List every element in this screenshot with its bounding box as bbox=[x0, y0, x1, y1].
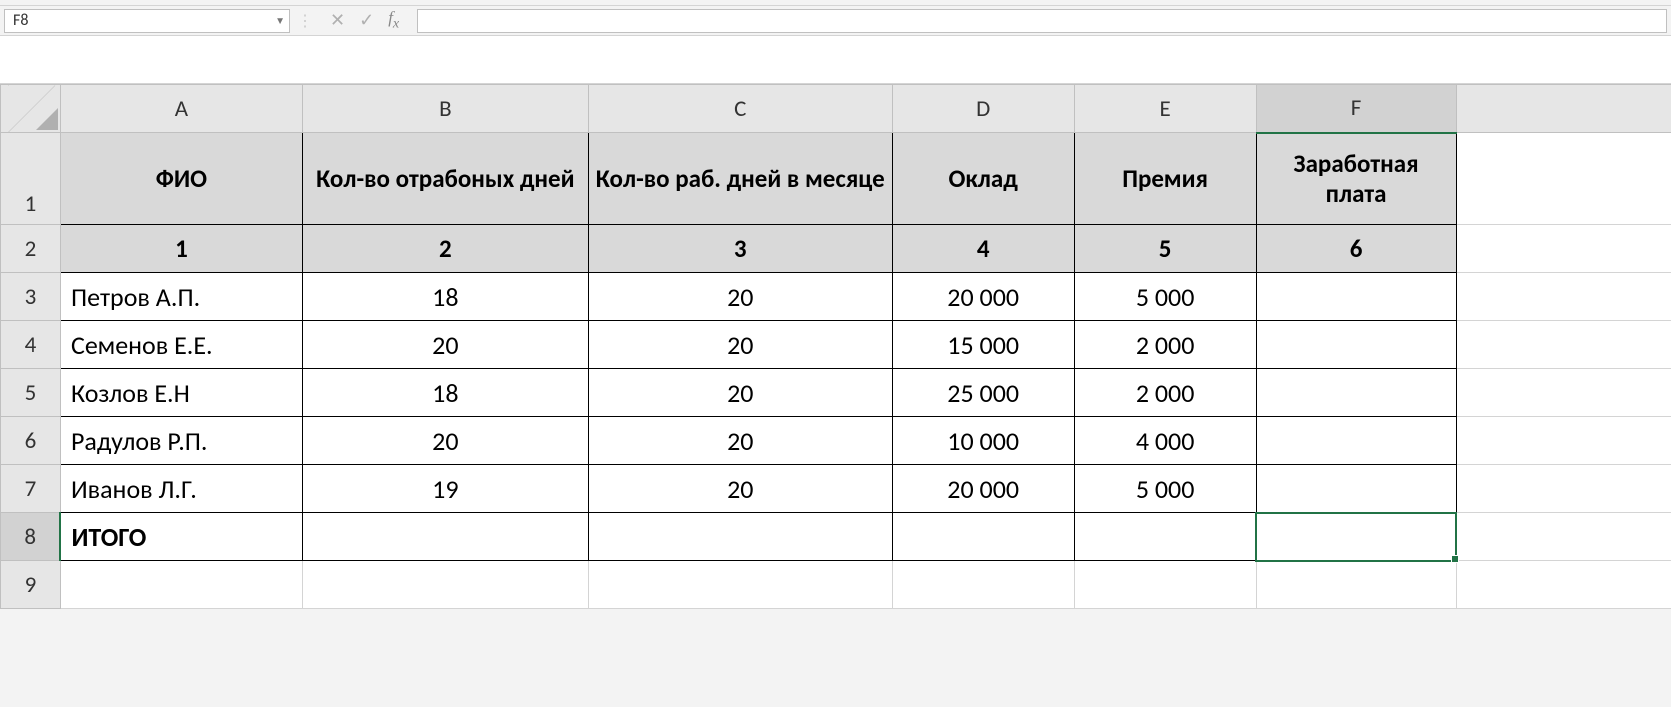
cell-D4[interactable]: 15 000 bbox=[892, 321, 1074, 369]
cell-E9[interactable] bbox=[1074, 561, 1256, 609]
col-header-F[interactable]: F bbox=[1256, 85, 1456, 133]
colnum-5[interactable]: 5 bbox=[1074, 225, 1256, 273]
col-header-C[interactable]: C bbox=[588, 85, 892, 133]
colnum-2[interactable]: 2 bbox=[302, 225, 588, 273]
row-header-1[interactable]: 1 bbox=[1, 133, 61, 225]
cell-D9[interactable] bbox=[892, 561, 1074, 609]
cell-D5[interactable]: 25 000 bbox=[892, 369, 1074, 417]
cell-B4[interactable]: 20 bbox=[302, 321, 588, 369]
cell-E7[interactable]: 5 000 bbox=[1074, 465, 1256, 513]
cell-C3[interactable]: 20 bbox=[588, 273, 892, 321]
cell-A7[interactable]: Иванов Л.Г. bbox=[60, 465, 302, 513]
cell-G5[interactable] bbox=[1456, 369, 1671, 417]
row-header-8[interactable]: 8 bbox=[1, 513, 61, 561]
col-header-A[interactable]: A bbox=[60, 85, 302, 133]
cell-D7[interactable]: 20 000 bbox=[892, 465, 1074, 513]
row-header-6[interactable]: 6 bbox=[1, 417, 61, 465]
cancel-icon: ✕ bbox=[330, 9, 345, 31]
header-bonus[interactable]: Премия bbox=[1074, 133, 1256, 225]
colnum-4[interactable]: 4 bbox=[892, 225, 1074, 273]
col-header-B[interactable]: B bbox=[302, 85, 588, 133]
row-header-2[interactable]: 2 bbox=[1, 225, 61, 273]
cell-B6[interactable]: 20 bbox=[302, 417, 588, 465]
cell-G7[interactable] bbox=[1456, 465, 1671, 513]
cell-D6[interactable]: 10 000 bbox=[892, 417, 1074, 465]
select-all-corner[interactable] bbox=[1, 85, 61, 133]
row-header-5[interactable]: 5 bbox=[1, 369, 61, 417]
cell-G9[interactable] bbox=[1456, 561, 1671, 609]
cell-D8[interactable] bbox=[892, 513, 1074, 561]
name-box-bar: F8 ▼ ⋮ ✕ ✓ fx bbox=[0, 6, 1671, 36]
cell-G4[interactable] bbox=[1456, 321, 1671, 369]
cell-B8[interactable] bbox=[302, 513, 588, 561]
separator: ⋮ bbox=[290, 11, 320, 31]
cell-G3[interactable] bbox=[1456, 273, 1671, 321]
cell-B5[interactable]: 18 bbox=[302, 369, 588, 417]
fx-icon[interactable]: fx bbox=[388, 8, 399, 32]
cell-A4[interactable]: Семенов Е.Е. bbox=[60, 321, 302, 369]
row-header-3[interactable]: 3 bbox=[1, 273, 61, 321]
col-header-D[interactable]: D bbox=[892, 85, 1074, 133]
colnum-6[interactable]: 6 bbox=[1256, 225, 1456, 273]
cell-B7[interactable]: 19 bbox=[302, 465, 588, 513]
cell-C8[interactable] bbox=[588, 513, 892, 561]
cell-C5[interactable]: 20 bbox=[588, 369, 892, 417]
col-header-E[interactable]: E bbox=[1074, 85, 1256, 133]
name-box-dropdown-icon[interactable]: ▼ bbox=[275, 14, 285, 27]
cell-F3[interactable] bbox=[1256, 273, 1456, 321]
name-box-value: F8 bbox=[13, 11, 28, 30]
cell-C6[interactable]: 20 bbox=[588, 417, 892, 465]
header-fio[interactable]: ФИО bbox=[60, 133, 302, 225]
cell-B3[interactable]: 18 bbox=[302, 273, 588, 321]
cell-F4[interactable] bbox=[1256, 321, 1456, 369]
cell-E4[interactable]: 2 000 bbox=[1074, 321, 1256, 369]
cell-F8-selected[interactable] bbox=[1256, 513, 1456, 561]
cell-F5[interactable] bbox=[1256, 369, 1456, 417]
cell-A9[interactable] bbox=[60, 561, 302, 609]
cell-C9[interactable] bbox=[588, 561, 892, 609]
name-box[interactable]: F8 ▼ bbox=[4, 9, 290, 33]
cell-A6[interactable]: Радулов Р.П. bbox=[60, 417, 302, 465]
header-salary[interactable]: Оклад bbox=[892, 133, 1074, 225]
cell-G8[interactable] bbox=[1456, 513, 1671, 561]
row-header-7[interactable]: 7 bbox=[1, 465, 61, 513]
cell-F6[interactable] bbox=[1256, 417, 1456, 465]
colnum-3[interactable]: 3 bbox=[588, 225, 892, 273]
formula-controls: ✕ ✓ fx bbox=[320, 8, 409, 32]
cell-B9[interactable] bbox=[302, 561, 588, 609]
row-header-4[interactable]: 4 bbox=[1, 321, 61, 369]
col-header-G[interactable] bbox=[1456, 85, 1671, 133]
cell-G1[interactable] bbox=[1456, 133, 1671, 225]
cell-F7[interactable] bbox=[1256, 465, 1456, 513]
cell-F9[interactable] bbox=[1256, 561, 1456, 609]
row-header-9[interactable]: 9 bbox=[1, 561, 61, 609]
colnum-1[interactable]: 1 bbox=[60, 225, 302, 273]
formula-bar-input[interactable] bbox=[417, 9, 1667, 33]
cell-G2[interactable] bbox=[1456, 225, 1671, 273]
cell-C7[interactable]: 20 bbox=[588, 465, 892, 513]
cell-G6[interactable] bbox=[1456, 417, 1671, 465]
cell-D3[interactable]: 20 000 bbox=[892, 273, 1074, 321]
header-total-pay[interactable]: Заработная плата bbox=[1256, 133, 1456, 225]
header-days-month[interactable]: Кол-во раб. дней в месяце bbox=[588, 133, 892, 225]
cell-E8[interactable] bbox=[1074, 513, 1256, 561]
cell-A8-total[interactable]: ИТОГО bbox=[60, 513, 302, 561]
cell-A3[interactable]: Петров А.П. bbox=[60, 273, 302, 321]
cell-A5[interactable]: Козлов Е.Н bbox=[60, 369, 302, 417]
spreadsheet-grid[interactable]: A B C D E F 1 ФИО Кол-во отрабоных дней … bbox=[0, 84, 1671, 609]
cell-C4[interactable]: 20 bbox=[588, 321, 892, 369]
cell-E6[interactable]: 4 000 bbox=[1074, 417, 1256, 465]
enter-icon: ✓ bbox=[359, 9, 374, 31]
header-days-worked[interactable]: Кол-во отрабоных дней bbox=[302, 133, 588, 225]
cell-E5[interactable]: 2 000 bbox=[1074, 369, 1256, 417]
formula-bar-expanded bbox=[0, 36, 1671, 84]
cell-E3[interactable]: 5 000 bbox=[1074, 273, 1256, 321]
